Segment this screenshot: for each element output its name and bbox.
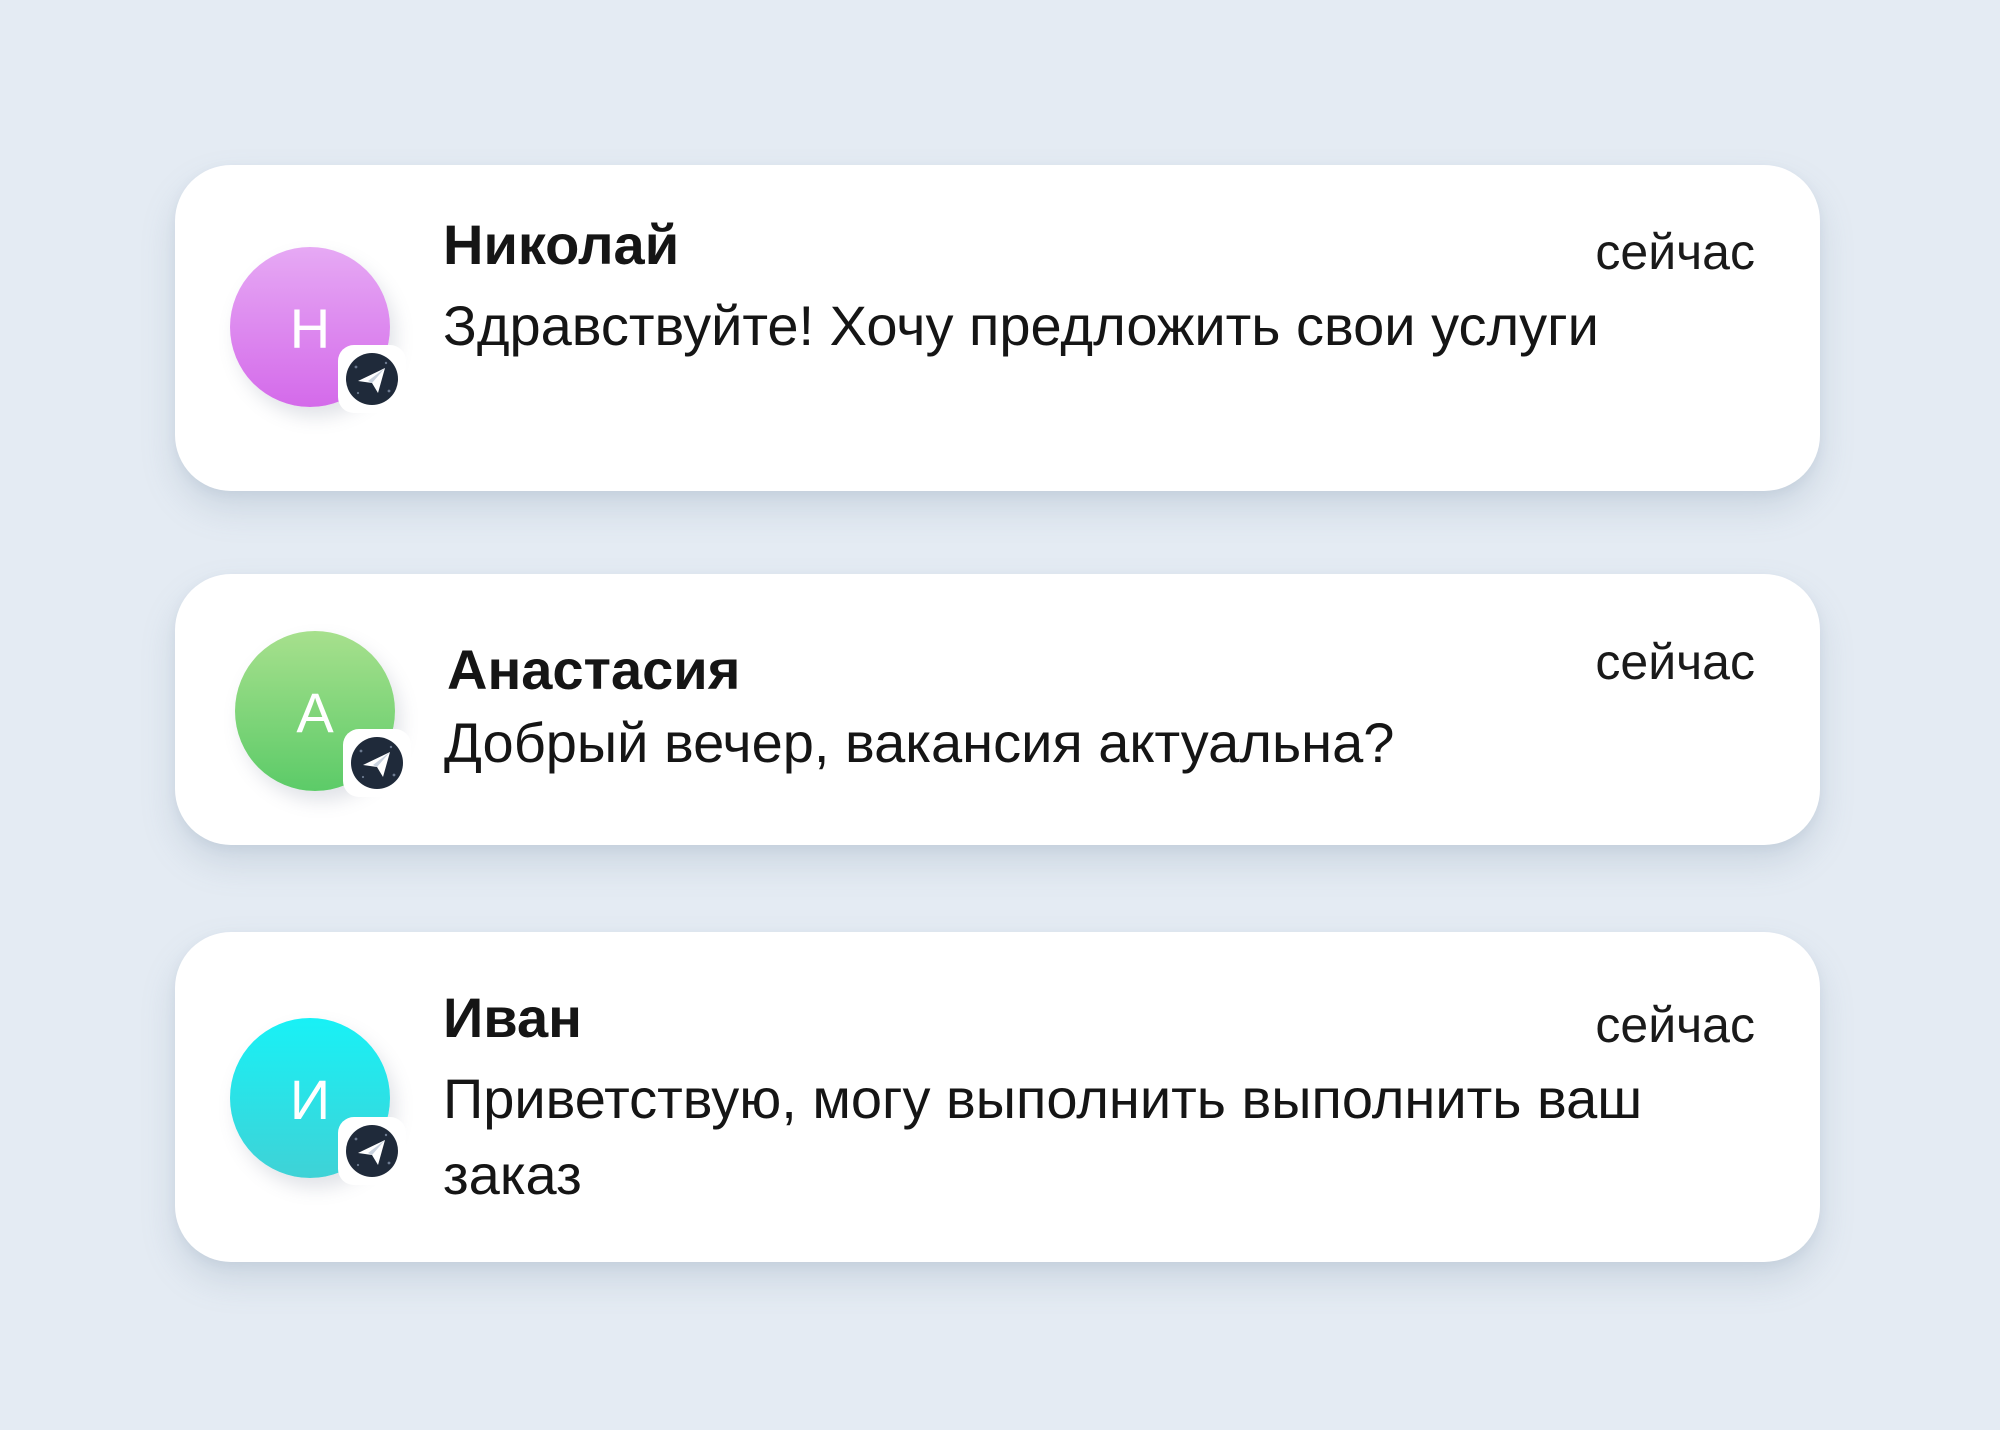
avatar-initial: А bbox=[296, 681, 334, 744]
timestamp: сейчас bbox=[1595, 634, 1755, 690]
sender-name: Анастасия bbox=[447, 638, 741, 701]
notification-card[interactable]: И Иван сейчас Приветствую, могу выполнит… bbox=[175, 932, 1820, 1262]
notification-card[interactable]: Н Николай сейчас Здравствуйте! Хочу пред… bbox=[175, 165, 1820, 491]
telegram-icon bbox=[343, 729, 411, 797]
telegram-icon bbox=[338, 345, 406, 413]
message-preview: Приветствую, могу выполнить выполнить ва… bbox=[443, 1067, 1643, 1206]
avatar-initial: Н bbox=[289, 297, 331, 360]
timestamp: сейчас bbox=[1595, 224, 1755, 280]
message-preview: Здравствуйте! Хочу предложить свои услуг… bbox=[443, 294, 1599, 357]
message-preview: Добрый вечер, вакансия актуальна? bbox=[444, 711, 1395, 774]
timestamp: сейчас bbox=[1595, 997, 1755, 1053]
notification-card[interactable]: А Анастасия сейчас Добрый вечер, ваканси… bbox=[175, 574, 1820, 845]
telegram-icon bbox=[338, 1117, 406, 1185]
avatar-initial: И bbox=[289, 1068, 331, 1131]
sender-name: Николай bbox=[443, 213, 680, 276]
sender-name: Иван bbox=[443, 986, 582, 1049]
